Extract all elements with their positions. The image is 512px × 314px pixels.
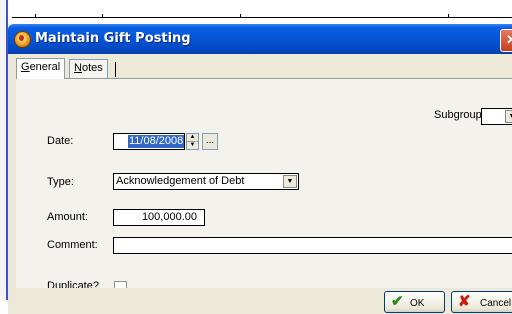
type-value: Acknowledgement of Debt [116,175,245,187]
background-grid-separator [35,14,36,18]
type-select[interactable]: Acknowledgement of Debt ▼ [113,173,299,190]
checkmark-icon: ✔ [391,293,404,310]
close-icon: ✕ [506,32,512,47]
title-bar[interactable]: Maintain Gift Posting ✕ [8,24,512,54]
chevron-down-icon[interactable]: ▼ [283,175,297,188]
chevron-down-icon[interactable]: ▼ [505,110,512,123]
subgroup-select[interactable]: ▼ [481,108,512,125]
comment-field[interactable] [113,237,512,254]
button-bar: ✔ OK ✘ Cancel [8,288,512,314]
date-field[interactable]: 11/08/2008 [113,133,185,150]
date-value: 11/08/2008 [128,135,185,148]
amount-value: 100,000.00 [141,211,197,223]
spin-up-icon[interactable]: ▲ [187,134,198,142]
date-picker-button[interactable]: ... [202,133,218,150]
background-grid-separator [102,14,103,18]
amount-label: Amount: [47,211,88,223]
cancel-button[interactable]: ✘ Cancel [451,291,512,313]
tab-notes-label: otes [81,62,103,74]
background-grid-separator [240,14,241,18]
spin-down-icon[interactable]: ▼ [187,142,198,149]
maintain-gift-posting-dialog: Maintain Gift Posting ✕ General Notes Su… [8,24,512,314]
tab-notes[interactable]: Notes [69,59,108,78]
date-spinner[interactable]: ▲ ▼ [186,133,199,150]
background-grid-line [12,17,512,18]
date-label: Date: [47,135,74,147]
comment-label: Comment: [47,239,98,251]
background-grid-header [0,0,512,22]
tab-general-accelerator: G [21,61,30,73]
dialog-title: Maintain Gift Posting [35,31,191,46]
gift-app-icon [14,31,31,48]
close-button[interactable]: ✕ [500,29,512,52]
tab-notes-accelerator: N [74,62,82,74]
amount-field[interactable]: 100,000.00 [113,209,205,226]
x-icon: ✘ [458,293,471,310]
subgroup-label: Subgroup: [434,109,485,121]
tab-general-label: eneral [29,61,61,73]
tab-separator [115,62,116,77]
general-tab-panel: Subgroup: ▼ Date: 11/08/2008 ▲ ▼ ... Typ… [16,78,512,294]
type-label: Type: [47,176,74,188]
background-grid-separator [448,14,449,18]
ok-button[interactable]: ✔ OK [384,291,445,313]
tab-general[interactable]: General [16,58,66,79]
